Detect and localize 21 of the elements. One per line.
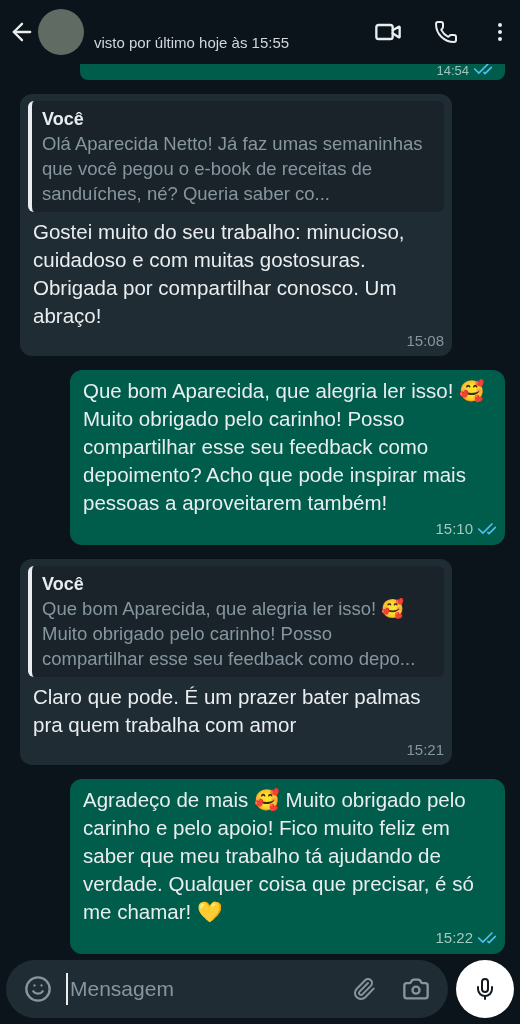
message-input-field[interactable]: Mensagem: [66, 973, 352, 1005]
message-text: Agradeço de mais 🥰 Muito obrigado pelo carinho e pelo apoio! Fico muito feliz em saber que meu trabalho tá ajudando de verdade. Qualquer coisa que precisar, é só me chamar! 💛: [82, 787, 475, 925]
voice-message-button[interactable]: [456, 960, 514, 1018]
last-seen-status: visto por último hoje às 15:55: [94, 32, 291, 53]
contact-avatar[interactable]: [38, 9, 84, 55]
message-time: 15:08: [406, 332, 444, 350]
message-time: 15:21: [406, 741, 444, 759]
composer-bar[interactable]: Mensagem: [6, 960, 448, 1018]
message-time: 15:10: [435, 520, 473, 538]
message-time: 14:54: [436, 64, 469, 79]
phone-call-icon[interactable]: [434, 20, 458, 44]
attach-icon[interactable]: [352, 977, 376, 1001]
quote-text: Olá Aparecida Netto! Já faz umas semaninhas que você pegou o e-book de receitas de sanduíches, né? Queria saber co...: [42, 132, 424, 206]
message-text: Claro que pode. É um prazer bater palmas pra quem trabalha com amor: [32, 684, 422, 738]
message-time: 15:22: [435, 929, 473, 947]
quote-text: Que bom Aparecida, que alegria ler isso! 🥰 Muito obrigado pelo carinho! Posso compartilhar esse seu feedback como depo...: [42, 597, 417, 671]
quote-author: Você: [42, 108, 85, 131]
message-text: Gostei muito do seu trabalho: minucioso, cuidadoso e com muitas gostosuras. Obrigada por compartilhar conosco. Um abraço!: [32, 219, 406, 329]
sticker-icon[interactable]: [24, 975, 52, 1003]
quote-author: Você: [42, 573, 85, 596]
message-text: Que bom Aparecida, que alegria ler isso! 🥰 Muito obrigado pelo carinho! Posso compartilhar esse seu feedback como depoimento? Acho que pode inspirar mais pessoas a aproveitarem também!: [82, 378, 487, 516]
